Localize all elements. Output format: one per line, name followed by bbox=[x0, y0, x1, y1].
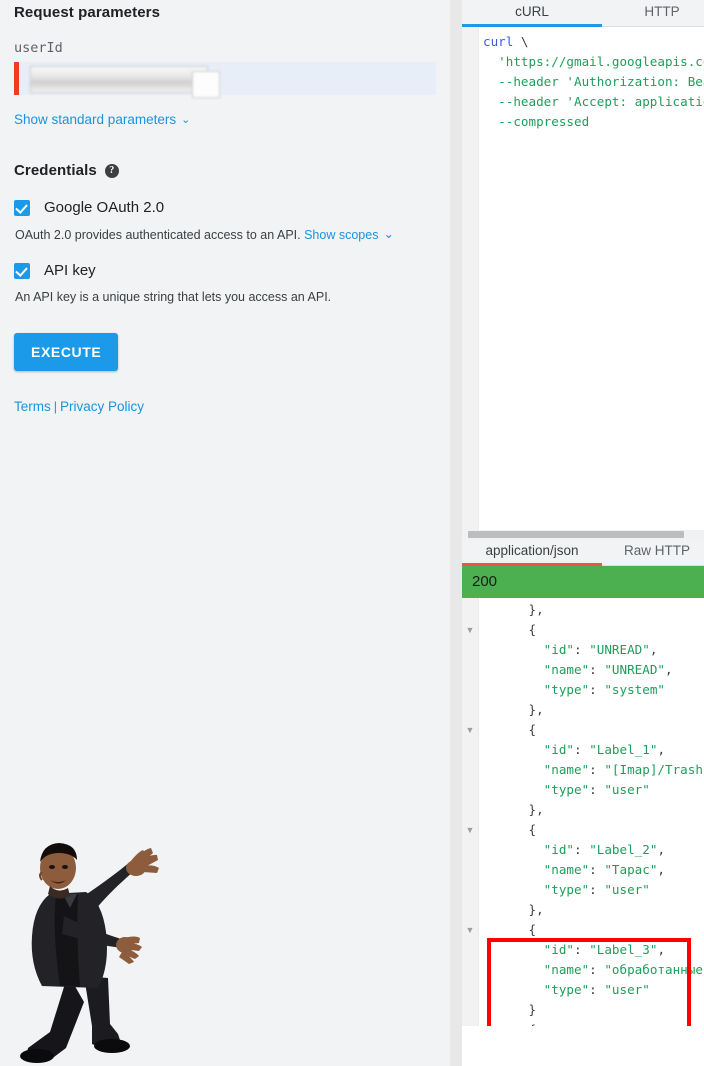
tab-curl[interactable]: cURL bbox=[462, 0, 602, 27]
tab-http[interactable]: HTTP bbox=[602, 0, 704, 26]
curl-code-block[interactable]: curl \ 'https://gmail.googleapis.com/g -… bbox=[462, 27, 704, 539]
json-line: { bbox=[483, 722, 537, 737]
json-line: "name": "[Imap]/Trash", bbox=[543, 762, 704, 777]
execute-button[interactable]: EXECUTE bbox=[14, 333, 119, 371]
credential-row-oauth[interactable]: Google OAuth 2.0 bbox=[14, 199, 436, 216]
tab-http-label: HTTP bbox=[644, 4, 680, 19]
show-standard-parameters-toggle[interactable]: Show standard parameters ⌄ bbox=[14, 112, 190, 127]
json-line: "type": "system" bbox=[543, 682, 666, 697]
credentials-heading: Credentials bbox=[14, 162, 97, 179]
meme-overlay-image bbox=[20, 843, 159, 1063]
show-standard-parameters-label: Show standard parameters bbox=[14, 112, 177, 127]
curl-horizontal-scrollbar[interactable] bbox=[468, 530, 704, 539]
footer-separator: | bbox=[53, 400, 57, 414]
response-json-text: }, { "id": "UNREAD", "name": "UNREAD", "… bbox=[462, 598, 704, 1026]
api-explorer-form-panel: Request parameters userId Show standard … bbox=[0, 0, 450, 1066]
tab-raw-http-label: Raw HTTP bbox=[623, 543, 690, 558]
json-line: { bbox=[462, 1020, 704, 1026]
credential-description-api-key: An API key is a unique string that lets … bbox=[15, 290, 436, 304]
curl-gutter bbox=[462, 27, 479, 539]
json-line: "id": "Label_2", bbox=[543, 842, 666, 857]
status-badge: 200 bbox=[462, 566, 704, 598]
json-line: }, bbox=[483, 802, 544, 817]
request-parameters-heading: Request parameters bbox=[14, 4, 161, 21]
checkbox-api-key[interactable] bbox=[14, 262, 30, 279]
tab-application-json[interactable]: application/json bbox=[462, 539, 602, 566]
tab-curl-label: cURL bbox=[515, 4, 549, 19]
json-line: "id": "UNREAD", bbox=[543, 642, 658, 657]
tab-raw-http-indicator bbox=[602, 563, 704, 566]
json-line: "name": "UNREAD", bbox=[543, 662, 673, 677]
privacy-policy-link[interactable]: Privacy Policy bbox=[60, 399, 144, 414]
tab-raw-http[interactable]: Raw HTTP bbox=[602, 539, 704, 565]
json-line: "id": "Label_3", bbox=[543, 942, 666, 957]
request-format-tabbar: cURL HTTP bbox=[462, 0, 704, 27]
response-json-block[interactable]: ▼ ▼ ▼ ▼ }, { "id": "UNREAD", "name": "UNREA… bbox=[462, 598, 704, 1026]
curl-code-text: curl \ 'https://gmail.googleapis.com/g -… bbox=[483, 34, 704, 129]
user-id-redacted-value bbox=[30, 66, 208, 93]
footer-links: Terms | Privacy Policy bbox=[14, 399, 436, 414]
json-line: "type": "user" bbox=[543, 882, 650, 897]
required-indicator-bar bbox=[14, 62, 19, 95]
credential-label-oauth: Google OAuth 2.0 bbox=[44, 199, 165, 216]
json-line: }, bbox=[483, 902, 544, 917]
json-line: { bbox=[483, 922, 537, 937]
json-line: }, bbox=[483, 602, 544, 617]
request-response-panel: cURL HTTP curl \ 'https://gmail.googleap… bbox=[462, 0, 704, 1066]
json-line: "type": "user" bbox=[543, 782, 650, 797]
curl-scrollbar-thumb[interactable] bbox=[468, 531, 684, 538]
json-line: "name": "Тарас", bbox=[543, 862, 666, 877]
json-line: }, bbox=[483, 702, 544, 717]
credential-label-api-key: API key bbox=[44, 262, 96, 279]
json-line: { bbox=[483, 822, 537, 837]
json-line: } bbox=[483, 1002, 537, 1017]
credential-description-oauth-text: OAuth 2.0 provides authenticated access … bbox=[15, 228, 301, 242]
json-line: "id": "Label_1", bbox=[543, 742, 666, 757]
terms-link[interactable]: Terms bbox=[14, 399, 51, 414]
json-line: "name": "обработанные", bbox=[543, 962, 704, 977]
help-icon[interactable]: ? bbox=[104, 163, 119, 178]
json-line: { bbox=[483, 622, 537, 637]
panel-divider[interactable] bbox=[450, 0, 462, 1066]
response-format-tabbar: application/json Raw HTTP bbox=[462, 539, 704, 566]
credential-description-api-key-text: An API key is a unique string that lets … bbox=[15, 290, 332, 304]
user-id-field[interactable] bbox=[14, 62, 436, 98]
json-line: "type": "user" bbox=[543, 982, 650, 997]
user-id-label: userId bbox=[14, 40, 63, 56]
tab-application-json-indicator bbox=[462, 563, 602, 566]
checkbox-google-oauth[interactable] bbox=[14, 199, 30, 216]
chevron-down-icon: ⌄ bbox=[181, 114, 191, 126]
credential-description-oauth: OAuth 2.0 provides authenticated access … bbox=[15, 227, 436, 242]
tab-application-json-label: application/json bbox=[485, 543, 579, 558]
credentials-header: Credentials ? bbox=[14, 162, 436, 179]
user-id-redacted-caret bbox=[192, 71, 220, 98]
credential-row-api-key[interactable]: API key bbox=[14, 262, 436, 279]
show-scopes-link[interactable]: Show scopes bbox=[304, 228, 378, 242]
chevron-down-icon-scopes[interactable]: ⌄ bbox=[383, 226, 393, 241]
